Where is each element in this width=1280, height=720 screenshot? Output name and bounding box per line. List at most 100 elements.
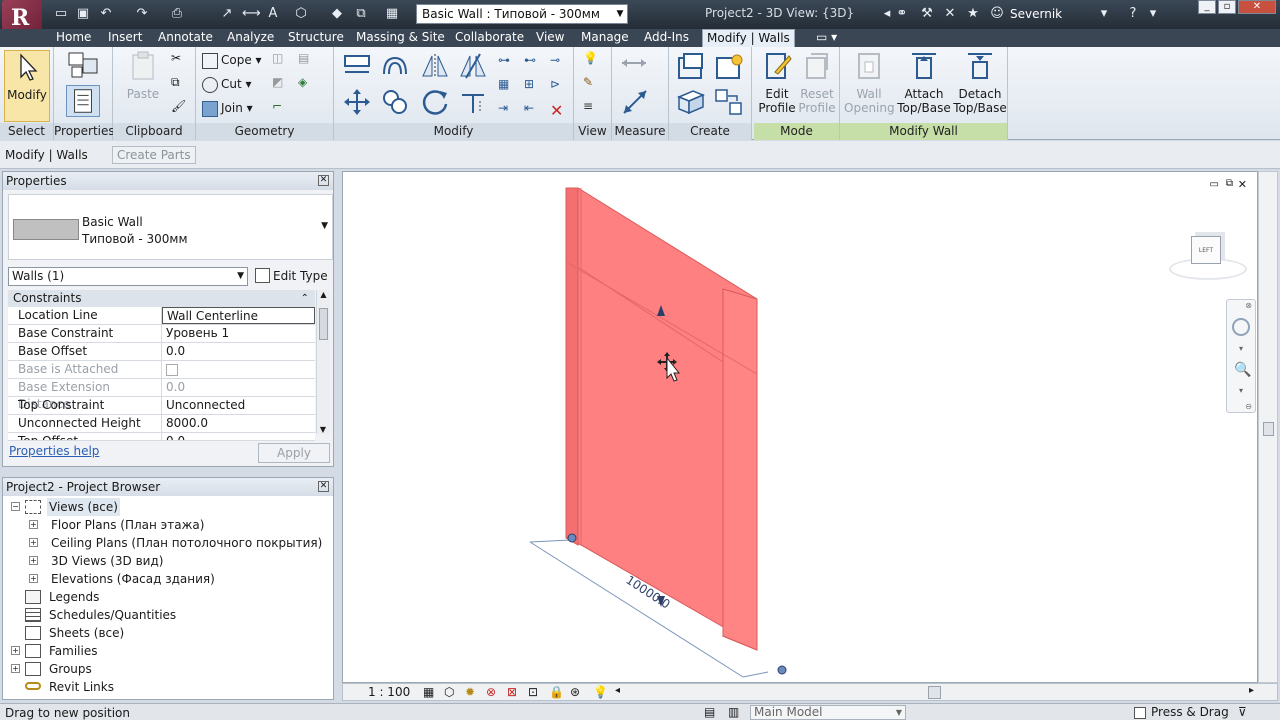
close-icon[interactable]: ✕ [318, 481, 329, 492]
aligned-dimension-icon[interactable] [620, 87, 650, 117]
shadows-icon[interactable]: ⊗ [486, 685, 496, 699]
tab-structure[interactable]: Structure [284, 29, 348, 47]
close-icon[interactable]: ⊗ [1245, 301, 1252, 310]
move-small-icon[interactable]: ⊶ [498, 53, 518, 73]
view-scale[interactable]: 1 : 100 [368, 685, 410, 699]
model-selector[interactable]: Main Model ▼ [750, 705, 906, 720]
chevron-down-icon[interactable]: ▼ [321, 221, 328, 231]
match-properties-icon[interactable]: 🖌 [171, 99, 191, 119]
close-icon[interactable]: ✕ [1238, 0, 1276, 14]
copy-small-icon[interactable]: ⊷ [524, 53, 544, 73]
reset-profile-button[interactable]: Reset Profile [797, 50, 837, 115]
expand-icon[interactable]: + [11, 664, 20, 673]
print-icon[interactable]: ⎙ [168, 5, 186, 23]
tab-manage[interactable]: Manage [577, 29, 633, 47]
switch-windows-icon[interactable]: ▦ [383, 5, 401, 23]
view-close-icon[interactable]: ✕ [1238, 178, 1247, 191]
create-parts-button[interactable]: Create Parts [112, 146, 196, 164]
temporary-hide-icon[interactable]: ⊛ [570, 685, 580, 699]
viewcube[interactable]: LEFT [1169, 230, 1249, 290]
paint-icon[interactable]: ▤ [298, 51, 318, 71]
collapse-icon[interactable]: ⌃ [301, 290, 309, 307]
close-icon[interactable]: ✕ [318, 175, 329, 186]
attach-top-base-button[interactable]: Attach Top/Base [896, 50, 952, 115]
scroll-thumb[interactable] [319, 308, 328, 340]
rotate-icon[interactable] [420, 87, 450, 117]
tab-annotate[interactable]: Annotate [154, 29, 217, 47]
edit-type-button[interactable]: Edit Type [253, 266, 328, 286]
undo-icon[interactable]: ↶ [97, 5, 115, 23]
wall-3d-drawing[interactable]: 10000.0 [343, 172, 1259, 684]
user-icon[interactable]: ☺ [988, 5, 1006, 23]
view-restore-icon[interactable]: ⧉ [1226, 178, 1233, 189]
sun-path-icon[interactable]: ✹ [465, 685, 475, 699]
scissors-icon[interactable]: ✂ [171, 51, 191, 71]
view-vertical-scrollbar[interactable] [1258, 171, 1278, 683]
unjoin-icon[interactable]: ◩ [272, 75, 292, 95]
pin-icon[interactable]: ⊸ [550, 53, 570, 73]
dimension-icon[interactable]: ⟷ [242, 5, 261, 23]
chevron-down-icon[interactable]: ▼ [613, 5, 627, 23]
tab-massing-site[interactable]: Massing & Site [352, 29, 449, 47]
filter-icon[interactable]: ⊽ [1238, 705, 1247, 719]
edit-profile-button[interactable]: Edit Profile [757, 50, 797, 115]
copy-icon[interactable]: ⧉ [171, 75, 191, 95]
constraints-group[interactable]: Constraints ⌃ [8, 290, 315, 307]
create-parts-icon[interactable] [713, 52, 745, 82]
tab-collaborate[interactable]: Collaborate [451, 29, 528, 47]
expand-icon[interactable]: + [29, 574, 38, 583]
scroll-right-icon[interactable]: ▸ [1249, 685, 1254, 696]
wrench-icon[interactable]: ⚒ [918, 5, 936, 23]
measure-between-icon[interactable] [620, 53, 648, 73]
wall-opening-button[interactable]: Wall Opening [844, 50, 895, 115]
open-icon[interactable]: ▭ [52, 5, 70, 23]
type-selector-preview[interactable]: Basic Wall Типовой - 300мм ▼ [8, 194, 333, 260]
tab-view[interactable]: View [532, 29, 568, 47]
copy-elements-icon[interactable] [380, 87, 410, 117]
properties-icon[interactable] [66, 85, 100, 117]
scroll-left-icon[interactable]: ◂ [615, 685, 620, 696]
split-face-icon[interactable]: ◫ [272, 51, 292, 71]
user-name[interactable]: Severnik [1010, 7, 1062, 21]
delete-icon[interactable]: ✕ [550, 101, 570, 121]
measure-icon[interactable]: ↗ [218, 5, 236, 23]
override-graphics-icon[interactable]: ✎ [583, 75, 603, 95]
text-icon[interactable]: A [264, 5, 282, 23]
scale-icon[interactable]: ⊞ [524, 77, 544, 97]
chevron-down-icon[interactable]: ▾ [1144, 5, 1162, 23]
lightbulb-icon[interactable]: 💡 [583, 51, 603, 71]
section-icon[interactable]: ◆ [328, 5, 346, 23]
3d-view-icon[interactable]: ⬡ [292, 5, 310, 23]
lock-view-icon[interactable]: 🔒 [549, 685, 564, 699]
viewcube-face[interactable]: LEFT [1191, 236, 1221, 264]
create-assembly-icon[interactable] [675, 52, 707, 82]
top-offset-value[interactable]: 0.0 [162, 433, 315, 440]
save-icon[interactable]: ▣ [74, 5, 92, 23]
align-icon[interactable] [342, 52, 372, 80]
type-properties-icon[interactable] [66, 51, 100, 81]
help-icon[interactable]: ? [1124, 5, 1142, 23]
collapse-icon[interactable]: − [11, 502, 20, 511]
create-similar-icon[interactable] [713, 87, 745, 117]
instance-filter-dropdown[interactable]: Walls (1) ▼ [8, 267, 248, 286]
split-gap-icon[interactable]: ⇤ [524, 101, 544, 121]
favorites-star-icon[interactable]: ★ [964, 5, 982, 23]
redo-icon[interactable]: ↷ [133, 5, 151, 23]
wall-end-grip[interactable] [777, 665, 787, 675]
base-constraint-value[interactable]: Уровень 1 [162, 325, 315, 342]
visual-style-icon[interactable]: ⬡ [444, 685, 454, 699]
demolish-icon[interactable]: ⌐ [272, 99, 292, 119]
scroll-thumb[interactable] [1263, 422, 1274, 436]
trim-extend-icon[interactable] [458, 87, 488, 117]
worksets-icon[interactable]: ▤ [704, 705, 715, 719]
array-icon[interactable]: ▦ [498, 77, 518, 97]
properties-help-link[interactable]: Properties help [9, 444, 99, 458]
options-icon[interactable]: ⊖ [1245, 402, 1252, 411]
detail-level-icon[interactable]: ▦ [423, 685, 434, 699]
cut-button[interactable]: Cut ▾ [202, 74, 252, 94]
communication-icon[interactable]: ✕ [941, 5, 959, 23]
ribbon-minimize-icon[interactable]: ▭ ▾ [812, 29, 841, 47]
move-icon[interactable] [342, 87, 372, 117]
unconnected-height-value[interactable]: 8000.0 [162, 415, 315, 432]
reveal-hidden-icon[interactable]: 💡 [593, 685, 608, 699]
